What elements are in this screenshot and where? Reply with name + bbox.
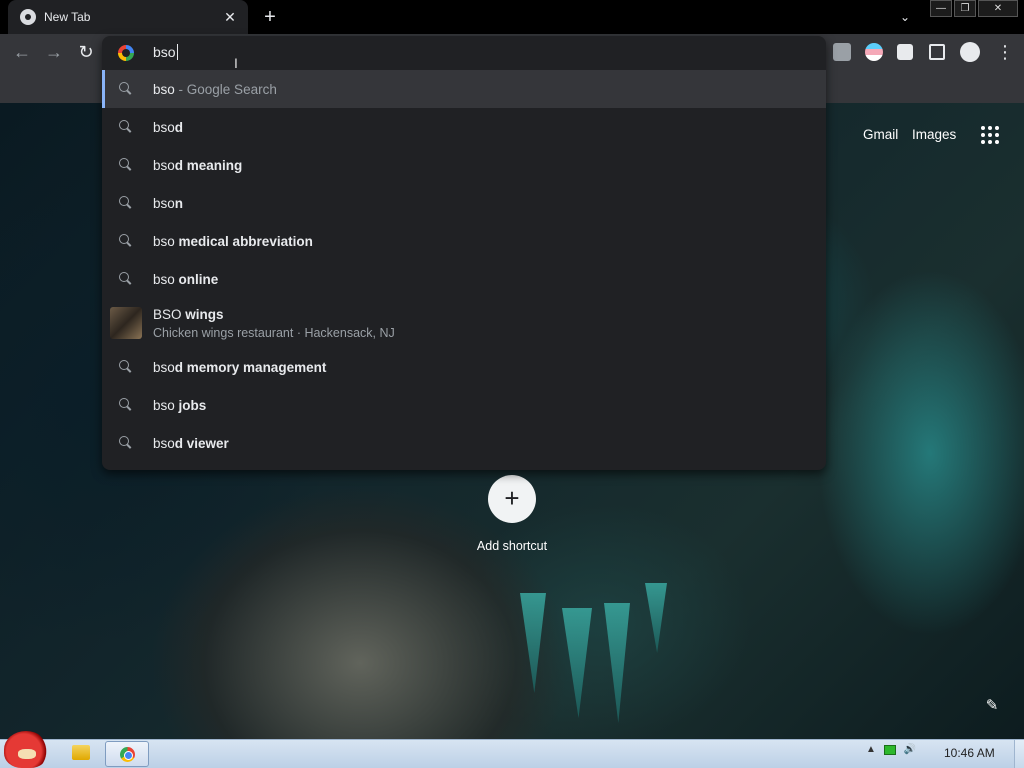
back-button[interactable]: ← [10, 41, 34, 65]
volume-icon[interactable]: 🔊 [904, 744, 916, 755]
search-icon [119, 158, 133, 172]
explorer-folder-icon[interactable] [72, 745, 90, 760]
omnibox-dropdown: bso I bso - Google Search bsod bsod meanin… [102, 36, 826, 470]
place-thumbnail [110, 307, 142, 339]
suggestion-subtitle: Chicken wings restaurant · Hackensack, N… [153, 325, 395, 340]
close-tab-icon[interactable]: ✕ [222, 9, 238, 26]
address-input[interactable]: bso [153, 44, 178, 60]
search-icon [119, 234, 133, 248]
suggestion-item[interactable]: bso medical abbreviation [102, 222, 826, 260]
restore-button[interactable]: ❐ [954, 0, 976, 17]
system-tray: ▲ 🔊 [866, 744, 916, 755]
show-desktop-button[interactable] [1014, 740, 1024, 768]
taskbar-chrome-button[interactable] [105, 741, 149, 767]
menu-dots-icon[interactable]: ⋮ [996, 42, 1014, 62]
puzzle-icon[interactable] [897, 44, 913, 60]
suggestion-item[interactable]: BSO wings Chicken wings restaurant · Hack… [102, 298, 826, 348]
search-icon [119, 82, 133, 96]
search-icon [119, 398, 133, 412]
address-bar[interactable]: bso I [102, 36, 826, 71]
customize-pencil-icon[interactable]: ✎ [982, 696, 1002, 716]
ublock-icon[interactable] [833, 43, 851, 61]
suggestion-list: bso - Google Search bsod bsod meaning bson b… [102, 70, 826, 462]
taskbar-clock[interactable]: 10:46 AM [944, 746, 995, 760]
start-button-icon[interactable] [4, 731, 48, 768]
suggestion-item[interactable]: bson [102, 184, 826, 222]
suggestion-item[interactable]: bsod viewer [102, 424, 826, 462]
text-caret [176, 44, 178, 60]
suggestion-item[interactable]: bso - Google Search [102, 70, 826, 108]
suggestion-text: bsod memory management [153, 359, 327, 375]
sidepanel-icon[interactable] [929, 44, 945, 60]
minimize-button[interactable]: — [930, 0, 952, 17]
search-icon [119, 120, 133, 134]
chrome-icon [20, 9, 36, 25]
search-icon [119, 272, 133, 286]
suggestion-item[interactable]: bsod [102, 108, 826, 146]
tray-expand-icon[interactable]: ▲ [866, 744, 876, 755]
wallpaper-fang [645, 583, 667, 653]
gmail-link[interactable]: Gmail [863, 127, 898, 142]
add-shortcut-button[interactable]: + [488, 475, 536, 523]
close-window-button[interactable]: ✕ [978, 0, 1018, 17]
wallpaper-fang [604, 603, 630, 723]
suggestion-text: bsod viewer [153, 435, 229, 451]
add-shortcut-label[interactable]: Add shortcut [462, 539, 562, 553]
search-icon [119, 196, 133, 210]
suggestion-text: bso medical abbreviation [153, 233, 313, 249]
suggestion-item[interactable]: bsod meaning [102, 146, 826, 184]
tab-title: New Tab [44, 10, 91, 24]
wallpaper-fang [562, 608, 592, 718]
suggestion-text: bsod [153, 119, 184, 135]
search-icon [119, 360, 133, 374]
window-controls: — ❐ ✕ [928, 0, 1018, 17]
suggestion-item[interactable]: bso jobs [102, 386, 826, 424]
chrome-icon [120, 747, 135, 762]
apps-grid-icon[interactable] [981, 126, 999, 144]
suggestion-item[interactable]: bsod memory management [102, 348, 826, 386]
wallpaper-fang [520, 593, 546, 693]
suggestion-text: bso jobs [153, 397, 207, 413]
tab-strip: New Tab ✕ + ⌄ — ❐ ✕ [0, 0, 1024, 34]
extension-avatar-icon[interactable] [865, 43, 883, 61]
search-icon [119, 436, 133, 450]
battery-icon[interactable] [883, 744, 896, 755]
tab-new-tab[interactable]: New Tab ✕ [8, 0, 248, 34]
forward-button[interactable]: → [42, 41, 66, 65]
suggestion-text: bsod meaning [153, 157, 243, 173]
reload-button[interactable]: ↻ [74, 41, 98, 65]
images-link[interactable]: Images [912, 127, 956, 142]
suggestion-text: bso online [153, 271, 219, 287]
text-cursor-icon: I [234, 55, 238, 71]
tab-search-icon[interactable]: ⌄ [894, 6, 916, 28]
suggestion-item[interactable]: bso online [102, 260, 826, 298]
google-icon [118, 45, 134, 61]
suggestion-text: bson [153, 195, 184, 211]
profile-icon[interactable] [960, 42, 980, 62]
new-tab-button[interactable]: + [258, 5, 282, 29]
suggestion-text: BSO wings [153, 306, 224, 322]
suggestion-text: bso - Google Search [153, 81, 277, 97]
